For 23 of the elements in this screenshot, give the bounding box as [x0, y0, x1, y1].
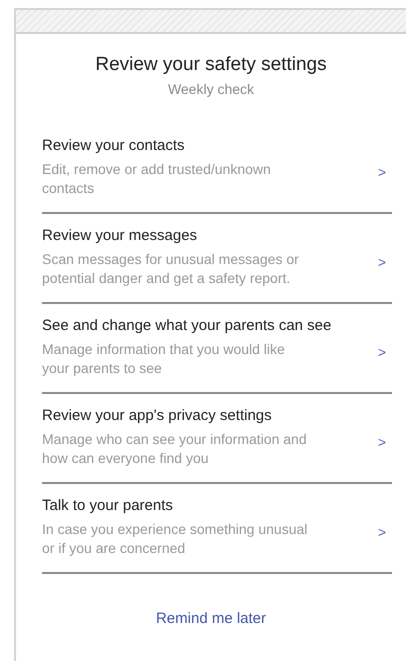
item-title: See and change what your parents can see: [42, 316, 332, 336]
chevron-icon: >: [378, 522, 386, 542]
item-title: Review your messages: [42, 226, 198, 246]
item-title: Review your contacts: [42, 136, 186, 156]
settings-list-item[interactable]: Talk to your parents In case you experience something unusual or if you are concerned >: [42, 484, 392, 574]
dialog-title: Review your safety settings: [95, 53, 327, 77]
chevron-icon: >: [378, 162, 386, 182]
item-title: Talk to your parents: [42, 496, 174, 516]
chevron-icon: >: [378, 432, 386, 452]
item-description: Manage who can see your information and how can everyone find you: [42, 430, 308, 468]
dialog-subtitle: Weekly check: [168, 80, 254, 99]
settings-list-item[interactable]: Review your messages Scan messages for unusual messages or potential danger and get a safety report. >: [42, 214, 392, 304]
settings-list-item[interactable]: Review your contacts Edit, remove or add trusted/unknown contacts >: [42, 124, 392, 214]
settings-list-item[interactable]: Review your app's privacy settings Manage who can see your information and how can everyone find you >: [42, 394, 392, 484]
settings-list-item[interactable]: See and change what your parents can see Manage information that you would like your parents to see >: [42, 304, 392, 394]
remind-later-link[interactable]: Remind me later: [156, 608, 266, 630]
item-description: Manage information that you would like your parents to see: [42, 340, 286, 378]
item-description: In case you experience something unusual or if you are concerned: [42, 520, 308, 558]
item-description: Edit, remove or add trusted/unknown contacts: [42, 160, 272, 198]
chevron-icon: >: [378, 342, 386, 362]
chevron-icon: >: [378, 252, 386, 272]
item-description: Scan messages for unusual messages or potential danger and get a safety report.: [42, 250, 300, 288]
item-title: Review your app's privacy settings: [42, 406, 273, 426]
